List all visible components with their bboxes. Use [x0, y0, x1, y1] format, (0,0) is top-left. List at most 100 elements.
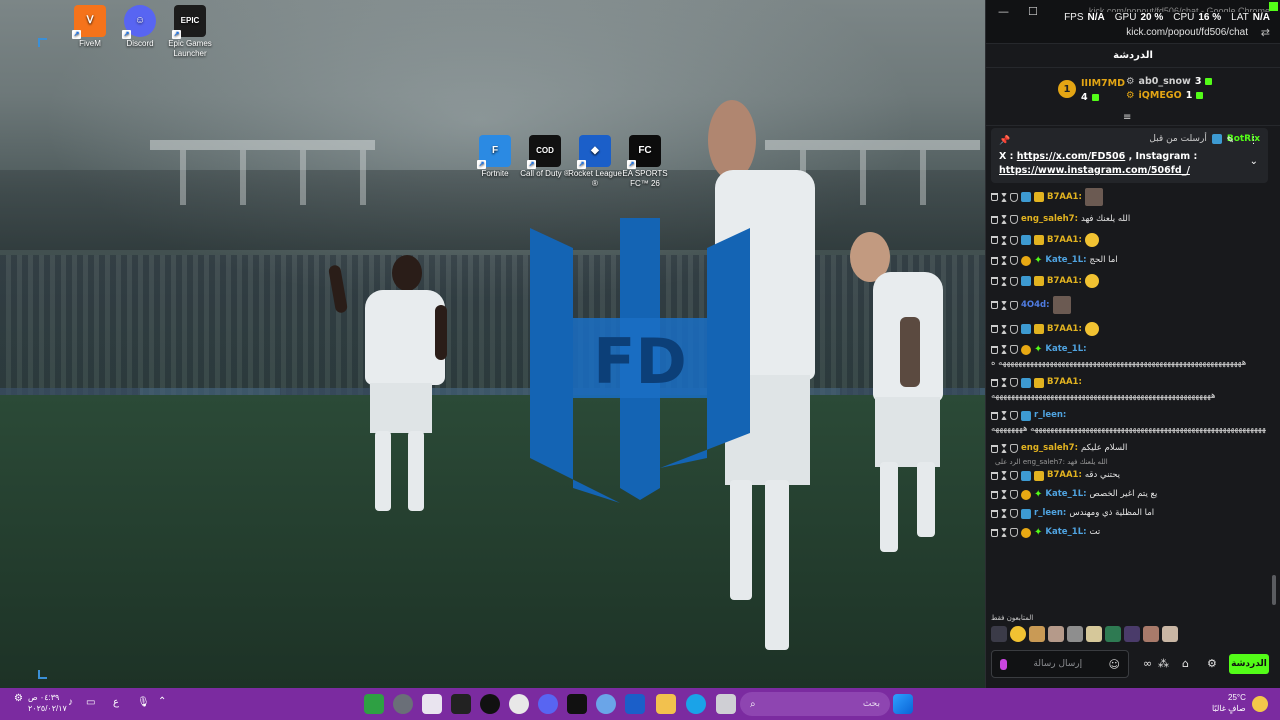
start-menu-icon[interactable]: [893, 694, 913, 714]
gear-icon[interactable]: ⚙: [1207, 657, 1217, 670]
infinity-icon[interactable]: ∞: [1143, 657, 1152, 670]
delete-icon[interactable]: [991, 411, 998, 420]
ban-icon[interactable]: [1010, 378, 1018, 387]
chat-username[interactable]: B7AA1:: [1047, 324, 1082, 335]
chat-message[interactable]: 4O4d:: [991, 296, 1266, 314]
delete-icon[interactable]: [991, 277, 998, 285]
emote-icon[interactable]: [1105, 626, 1121, 642]
message-input[interactable]: إرسال رسالة ☺: [991, 650, 1129, 678]
edge-taskbar-icon[interactable]: [686, 694, 706, 714]
delete-icon[interactable]: [991, 236, 998, 244]
chat-username[interactable]: eng_saleh7:: [1021, 214, 1078, 225]
weather-temperature[interactable]: 25°C: [1228, 693, 1246, 702]
chat-username[interactable]: B7AA1:: [1047, 192, 1082, 203]
chat-message[interactable]: eng_saleh7: السلام عليكم: [991, 443, 1266, 454]
language-indicator[interactable]: ع: [113, 697, 119, 708]
settings-tray-icon[interactable]: ⚙: [14, 693, 23, 704]
delete-icon[interactable]: [991, 193, 998, 201]
chat-message[interactable]: ✦ Kate_1L: تت: [991, 527, 1266, 538]
settings-app-icon[interactable]: [393, 694, 413, 714]
chat-username[interactable]: eng_saleh7:: [1021, 443, 1078, 454]
file-explorer-icon[interactable]: [656, 694, 676, 714]
ban-icon[interactable]: [1010, 324, 1018, 334]
ban-icon[interactable]: [1010, 345, 1018, 354]
timeout-icon[interactable]: [1001, 256, 1007, 265]
emote-icon[interactable]: [1086, 626, 1102, 642]
chat-username[interactable]: Kate_1L:: [1045, 344, 1086, 355]
chat-username[interactable]: Kate_1L:: [1045, 255, 1086, 266]
chat-message[interactable]: ✦ Kate_1L: اما الحج: [991, 255, 1266, 266]
chat-message[interactable]: ✦ Kate_1L: ههههههههههههههههههههههههههههههه…: [991, 344, 1266, 369]
timeout-icon[interactable]: [1001, 235, 1007, 245]
chat-username[interactable]: B7AA1:: [1047, 276, 1082, 287]
delete-icon[interactable]: [991, 301, 998, 309]
instagram-link[interactable]: https://www.instagram.com/506fd_/: [999, 165, 1190, 176]
unpin-icon[interactable]: ✎: [1226, 136, 1234, 146]
chat-username[interactable]: Kate_1L:: [1045, 527, 1086, 538]
ban-icon[interactable]: [1010, 444, 1018, 453]
chat-username[interactable]: B7AA1:: [1047, 235, 1082, 246]
delete-icon[interactable]: [991, 509, 998, 518]
chevron-down-icon[interactable]: ⌄: [1250, 156, 1258, 167]
chat-message[interactable]: eng_saleh7: الله يلعنك فهد: [991, 214, 1266, 225]
ban-icon[interactable]: [1010, 235, 1018, 245]
send-chat-button[interactable]: الدردشة: [1229, 654, 1269, 674]
chat-scrollbar[interactable]: [1272, 575, 1276, 605]
ban-icon[interactable]: [1010, 256, 1018, 265]
epic-games-taskbar-icon[interactable]: [451, 694, 471, 714]
chat-message[interactable]: B7AA1: هههههههههههههههههههههههههههههههههه…: [991, 377, 1266, 402]
emote-icon[interactable]: [1143, 626, 1159, 642]
timeout-icon[interactable]: [1001, 378, 1007, 387]
chat-username[interactable]: r_leen:: [1034, 410, 1066, 421]
call-of-duty-taskbar-icon[interactable]: [567, 694, 587, 714]
maximize-icon[interactable]: ☐: [1028, 5, 1038, 18]
ban-icon[interactable]: [1010, 300, 1018, 310]
chat-message[interactable]: ✦ Kate_1L: يع يتم اغير الخصص: [991, 489, 1266, 500]
delete-icon[interactable]: [991, 325, 998, 333]
leader-entry[interactable]: IIIM7MD: [1081, 78, 1125, 89]
site-settings-icon[interactable]: ⇄: [1261, 26, 1270, 39]
emote-icon[interactable]: [1010, 626, 1026, 642]
microphone-icon[interactable]: [1000, 658, 1007, 670]
store-app-icon[interactable]: [422, 694, 442, 714]
delete-icon[interactable]: [991, 444, 998, 453]
ban-icon[interactable]: [1010, 471, 1018, 480]
weather-description[interactable]: صافٍ غالبًا: [1212, 704, 1246, 713]
chat-username[interactable]: B7AA1:: [1047, 470, 1082, 481]
leader-entry[interactable]: ⚙ ab0_snow 3: [1126, 76, 1213, 87]
timeout-icon[interactable]: [1001, 192, 1007, 202]
delete-icon[interactable]: [991, 528, 998, 537]
edge-dev-taskbar-icon[interactable]: [596, 694, 616, 714]
taskbar-time[interactable]: ٠٤:٣٩ ص: [28, 693, 59, 702]
emote-icon[interactable]: [1067, 626, 1083, 642]
chat-message[interactable]: B7AA1:: [991, 274, 1266, 288]
emote-icon[interactable]: [1029, 626, 1045, 642]
ban-icon[interactable]: [1010, 528, 1018, 537]
discord-taskbar-icon[interactable]: [538, 694, 558, 714]
ban-icon[interactable]: [1010, 509, 1018, 518]
expand-leaderboard-icon[interactable]: ≡: [1123, 112, 1131, 123]
ban-icon[interactable]: [1010, 192, 1018, 202]
timeout-icon[interactable]: [1001, 324, 1007, 334]
delete-icon[interactable]: [991, 215, 998, 224]
delete-icon[interactable]: [991, 378, 998, 387]
network-icon[interactable]: ▭: [86, 697, 95, 708]
chat-message[interactable]: B7AA1: يحتني دقه: [991, 470, 1266, 481]
ban-icon[interactable]: [1010, 276, 1018, 286]
store-icon[interactable]: ⌂: [1182, 657, 1189, 670]
chat-username[interactable]: 4O4d:: [1021, 300, 1050, 311]
timeout-icon[interactable]: [1001, 490, 1007, 499]
delete-icon[interactable]: [991, 256, 998, 265]
emote-icon[interactable]: [1124, 626, 1140, 642]
timeout-icon[interactable]: [1001, 411, 1007, 420]
timeout-icon[interactable]: [1001, 509, 1007, 518]
x-link[interactable]: https://x.com/FD506: [1017, 151, 1126, 162]
taskbar-date[interactable]: ٢٠٢٥/٠٢/١٧: [28, 704, 67, 713]
timeout-icon[interactable]: [1001, 471, 1007, 480]
delete-icon[interactable]: [991, 490, 998, 499]
ban-icon[interactable]: [1010, 490, 1018, 499]
rocket-league-taskbar-icon[interactable]: [625, 694, 645, 714]
chat-message[interactable]: B7AA1:: [991, 322, 1266, 336]
minimize-icon[interactable]: —: [998, 5, 1009, 18]
desktop-icon-epic-games[interactable]: EPIC ↗ Epic Games Launcher: [160, 5, 220, 59]
